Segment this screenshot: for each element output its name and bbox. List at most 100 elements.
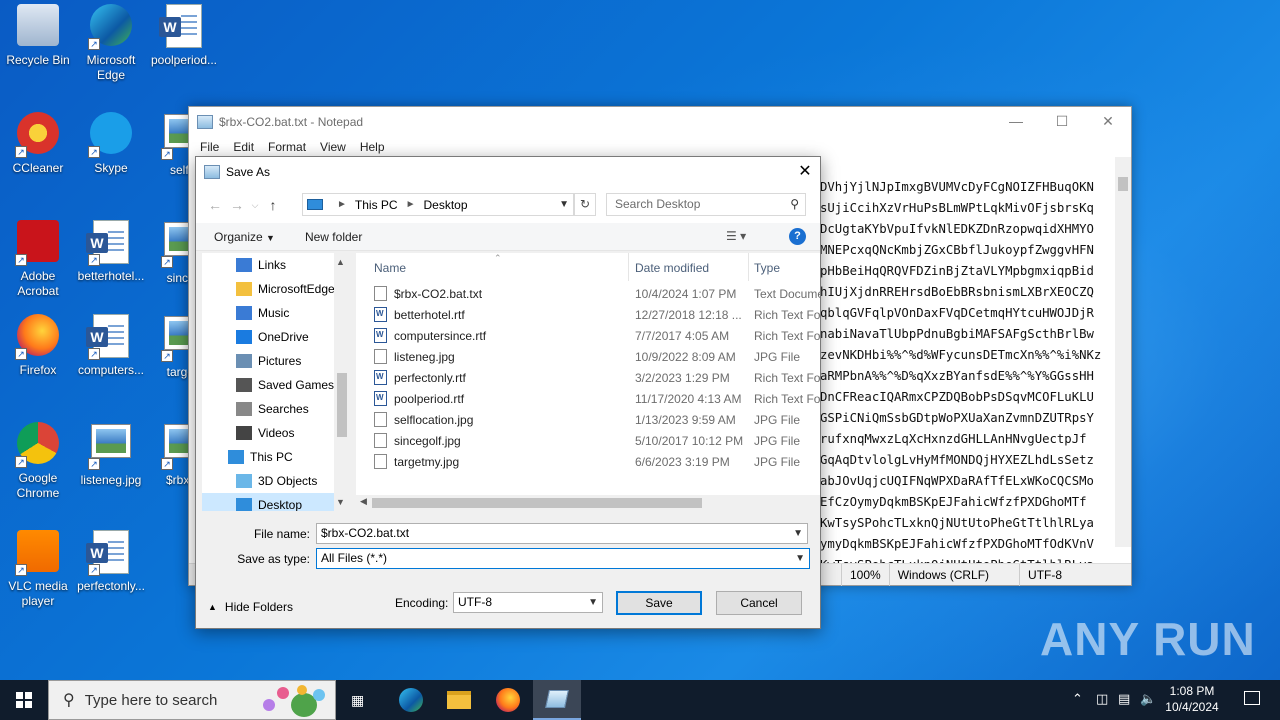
- notification-icon[interactable]: [1244, 691, 1260, 705]
- search-input[interactable]: Search Desktop ⚲: [606, 193, 806, 216]
- new-folder-button[interactable]: New folder: [305, 230, 362, 244]
- desktop-icon[interactable]: ↗ Skype: [73, 108, 149, 176]
- tree-item[interactable]: Links: [202, 253, 350, 277]
- file-name-input[interactable]: $rbx-CO2.bat.txt ▼: [316, 523, 808, 544]
- navigation-pane-scrollbar[interactable]: ▲ ▼: [334, 253, 350, 511]
- desktop-icon[interactable]: Recycle Bin: [0, 0, 76, 68]
- tree-item[interactable]: OneDrive: [202, 325, 350, 349]
- notepad-titlebar[interactable]: $rbx-CO2.bat.txt - Notepad: [189, 107, 1131, 137]
- change-view-icon[interactable]: ☰ ▾: [726, 229, 746, 243]
- dialog-navigation-bar: ← → ⌵ ↑ ► This PC ► Desktop ▼ ↻ Search D…: [196, 187, 820, 223]
- tree-item[interactable]: Desktop: [202, 493, 350, 511]
- firefox-taskbar-icon[interactable]: [484, 680, 532, 720]
- tree-item[interactable]: Videos: [202, 421, 350, 445]
- file-row[interactable]: sincegolf.jpg 5/10/2017 10:12 PM JPG File: [356, 430, 820, 451]
- network-icon[interactable]: ▤: [1118, 691, 1130, 707]
- recent-locations-chevron-icon[interactable]: ⌵: [248, 200, 262, 211]
- desktop-icon[interactable]: ↗ Google Chrome: [0, 418, 76, 501]
- tree-item[interactable]: 3D Objects: [202, 469, 350, 493]
- chevron-down-icon[interactable]: ▼: [588, 593, 598, 612]
- tree-item[interactable]: Searches: [202, 397, 350, 421]
- desktop-icon[interactable]: W ↗ computers...: [73, 310, 149, 378]
- minimize-icon[interactable]: —: [993, 107, 1039, 137]
- hide-folders-button[interactable]: ▲ Hide Folders: [208, 600, 293, 614]
- menu-view[interactable]: View: [313, 140, 353, 154]
- breadcrumb-desktop[interactable]: Desktop: [424, 198, 468, 212]
- chevron-down-icon[interactable]: ▼: [559, 199, 569, 210]
- close-icon[interactable]: ✕: [1085, 107, 1131, 137]
- up-arrow-icon[interactable]: ↑: [262, 197, 284, 213]
- pc-icon: [307, 199, 323, 210]
- scroll-down-icon[interactable]: ▼: [336, 497, 345, 507]
- close-icon[interactable]: ✕: [790, 157, 820, 187]
- tree-item[interactable]: Pictures: [202, 349, 350, 373]
- desktop-icon[interactable]: ↗ Microsoft Edge: [73, 0, 149, 83]
- dialog-titlebar[interactable]: Save As ✕: [196, 157, 820, 187]
- tree-item[interactable]: This PC: [202, 445, 350, 469]
- desktop-icon[interactable]: W ↗ betterhotel...: [73, 216, 149, 284]
- encoding-select[interactable]: UTF-8 ▼: [453, 592, 603, 613]
- network-device-icon[interactable]: ◫: [1096, 691, 1108, 707]
- notepad-text-line: EfCzOymyDqkmBSKpEJFahicWfzfPXDGhoMTf: [820, 495, 1087, 509]
- save-as-dialog[interactable]: Save As ✕ ← → ⌵ ↑ ► This PC ► Desktop ▼ …: [195, 156, 821, 629]
- file-row[interactable]: betterhotel.rtf 12/27/2018 12:18 ... Rich …: [356, 304, 820, 325]
- file-row[interactable]: $rbx-CO2.bat.txt 10/4/2024 1:07 PM Text Do…: [356, 283, 820, 304]
- edge-taskbar-icon[interactable]: [386, 680, 434, 720]
- menu-format[interactable]: Format: [261, 140, 313, 154]
- file-row[interactable]: poolperiod.rtf 11/17/2020 4:13 AM Rich Tex…: [356, 388, 820, 409]
- file-row[interactable]: perfectonly.rtf 3/2/2023 1:29 PM Rich Text…: [356, 367, 820, 388]
- file-explorer-icon[interactable]: [435, 680, 483, 720]
- refresh-icon[interactable]: ↻: [574, 193, 596, 216]
- file-row[interactable]: targetmy.jpg 6/6/2023 3:19 PM JPG File: [356, 451, 820, 472]
- file-row[interactable]: computersince.rtf 7/7/2017 4:05 AM Rich Te…: [356, 325, 820, 346]
- forward-arrow-icon[interactable]: →: [226, 197, 248, 213]
- start-button[interactable]: [0, 680, 48, 720]
- clock[interactable]: 1:08 PM 10/4/2024: [1162, 683, 1222, 715]
- column-name[interactable]: Name: [374, 261, 406, 275]
- menu-file[interactable]: File: [193, 140, 226, 154]
- notepad-taskbar-icon[interactable]: [533, 680, 581, 720]
- cancel-button[interactable]: Cancel: [716, 591, 802, 615]
- save-button[interactable]: Save: [616, 591, 702, 615]
- file-row[interactable]: listeneg.jpg 10/9/2022 8:09 AM JPG File: [356, 346, 820, 367]
- help-icon[interactable]: ?: [789, 228, 806, 245]
- desktop-icon[interactable]: Wpoolperiod...: [146, 0, 222, 68]
- menu-help[interactable]: Help: [353, 140, 392, 154]
- menu-edit[interactable]: Edit: [226, 140, 261, 154]
- address-bar[interactable]: ► This PC ► Desktop ▼: [302, 193, 574, 216]
- back-arrow-icon[interactable]: ←: [204, 197, 226, 213]
- save-type-select[interactable]: All Files (*.*) ▼: [316, 548, 810, 569]
- breadcrumb-this-pc[interactable]: This PC: [355, 198, 398, 212]
- notepad-vertical-scrollbar[interactable]: [1115, 157, 1131, 547]
- desktop-icon[interactable]: ↗ listeneg.jpg: [73, 418, 149, 488]
- desktop-icon[interactable]: ↗ Firefox: [0, 310, 76, 378]
- chevron-right-icon[interactable]: ►: [406, 199, 416, 210]
- maximize-icon[interactable]: ☐: [1039, 107, 1085, 137]
- task-view-icon[interactable]: ▦: [336, 680, 384, 720]
- file-list[interactable]: Name ⌃ Date modified Type $rbx-CO2.bat.t…: [356, 253, 820, 511]
- volume-icon[interactable]: 🔈: [1140, 691, 1156, 707]
- tree-item[interactable]: Music: [202, 301, 350, 325]
- image-file-icon: ↗: [88, 424, 134, 470]
- chevron-right-icon[interactable]: ►: [337, 199, 347, 210]
- navigation-pane[interactable]: Links MicrosoftEdge Music OneDrive Pictures S…: [202, 253, 350, 511]
- folder-icon: [236, 282, 252, 296]
- column-type[interactable]: Type: [754, 261, 780, 275]
- column-date-modified[interactable]: Date modified: [635, 261, 709, 275]
- chevron-down-icon[interactable]: ▼: [793, 524, 803, 543]
- desktop-icon[interactable]: W ↗ perfectonly...: [73, 526, 149, 594]
- chevron-down-icon[interactable]: ▼: [795, 549, 805, 568]
- scroll-left-icon[interactable]: ◀: [360, 496, 367, 507]
- taskbar-search-box[interactable]: ⚲ Type here to search: [48, 680, 336, 720]
- tree-item[interactable]: Saved Games: [202, 373, 350, 397]
- organize-button[interactable]: Organize ▼: [214, 230, 275, 244]
- scroll-up-icon[interactable]: ▲: [336, 257, 345, 267]
- desktop-icon[interactable]: ↗ VLC media player: [0, 526, 76, 609]
- chevron-up-icon[interactable]: ⌃: [1072, 691, 1083, 707]
- file-row[interactable]: selflocation.jpg 1/13/2023 9:59 AM JPG Fil…: [356, 409, 820, 430]
- desktop-icon[interactable]: ↗ Adobe Acrobat: [0, 216, 76, 299]
- file-list-horizontal-scrollbar[interactable]: ◀: [356, 495, 820, 511]
- tree-item[interactable]: MicrosoftEdge: [202, 277, 350, 301]
- desktop-icon[interactable]: ↗ CCleaner: [0, 108, 76, 176]
- desktop-icon-label: Microsoft Edge: [86, 53, 136, 82]
